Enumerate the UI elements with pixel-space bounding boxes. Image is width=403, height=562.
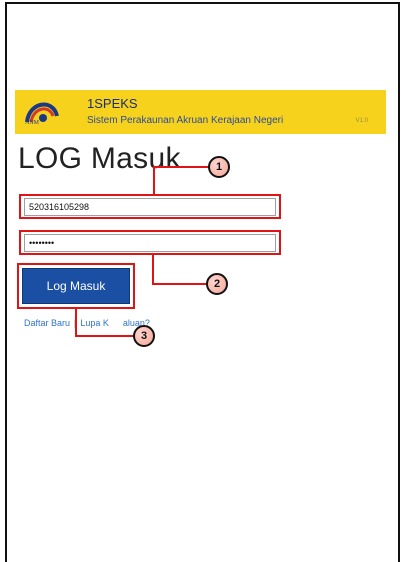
callout-2-line-h	[152, 283, 208, 285]
callout-3-line-h	[75, 335, 135, 337]
callout-3-line-v	[75, 309, 77, 336]
username-highlight	[19, 194, 281, 219]
app-name: 1SPEKS	[87, 96, 138, 111]
auth-links: Daftar Baru|Lupa Kaluan?	[24, 318, 150, 328]
login-button-highlight	[17, 263, 135, 309]
version-label: V1.0	[355, 118, 368, 124]
callout-3-badge: 3	[133, 325, 155, 347]
password-highlight	[19, 230, 281, 255]
register-link[interactable]: Daftar Baru	[24, 318, 70, 328]
logo-text: ANM	[25, 120, 40, 126]
app-header: ANM 1SPEKS Sistem Perakaunan Akruan Kera…	[15, 90, 386, 134]
callout-2-line-v	[152, 255, 154, 284]
page-title: LOG Masuk	[18, 142, 181, 175]
app-subtitle: Sistem Perakaunan Akruan Kerajaan Negeri	[87, 115, 284, 126]
callout-1-line-v	[153, 167, 155, 195]
callout-2-badge: 2	[206, 273, 228, 295]
callout-1-line-h	[153, 166, 209, 168]
forgot-link-part-a: Lupa K	[80, 318, 109, 328]
callout-1-badge: 1	[208, 156, 230, 178]
